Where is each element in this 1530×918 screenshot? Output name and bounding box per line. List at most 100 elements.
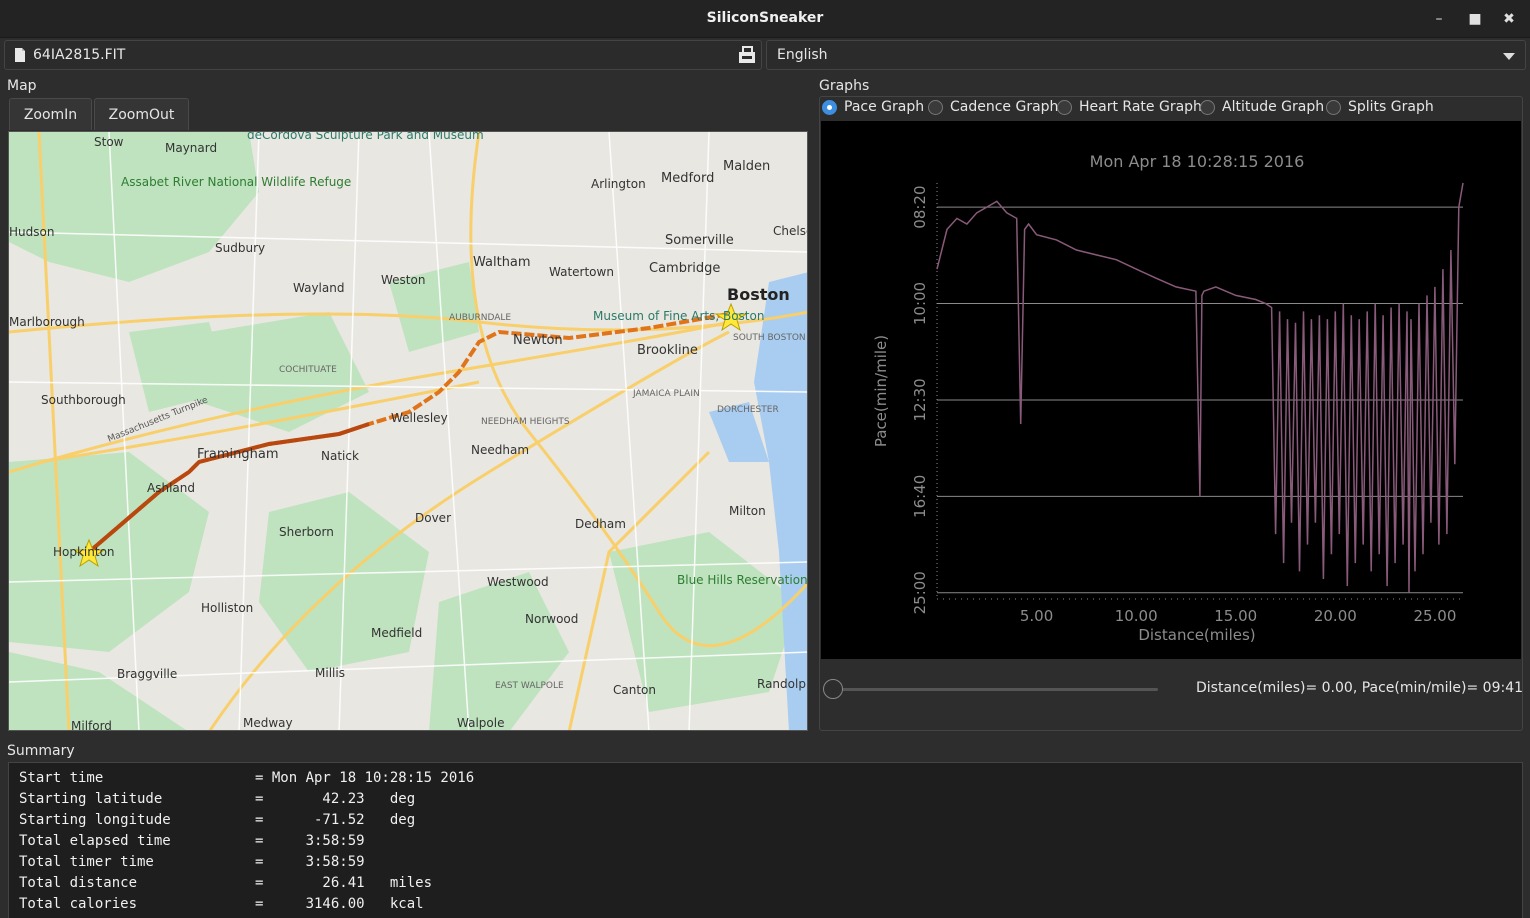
pace-series-line xyxy=(936,182,1464,593)
map-label: AUBURNDALE xyxy=(449,313,511,323)
pace-chart[interactable]: Mon Apr 18 10:28:15 2016 Distance(miles)… xyxy=(821,121,1521,659)
summary-text[interactable]: Start time = Mon Apr 18 10:28:15 2016 St… xyxy=(8,762,1523,918)
y-tick-label: 08:20 xyxy=(911,185,929,228)
language-select[interactable]: English xyxy=(766,40,1526,70)
map-label: COCHITUATE xyxy=(279,365,337,375)
summary-group-label: Summary xyxy=(7,743,75,759)
y-tick-label: 12:30 xyxy=(911,378,929,421)
pace-chart-svg[interactable]: Mon Apr 18 10:28:15 2016 Distance(miles)… xyxy=(821,121,1521,659)
map-label: Chelsea xyxy=(773,224,808,238)
radio-splits-graph[interactable]: Splits Graph xyxy=(1326,99,1434,115)
zoom-out-button[interactable]: ZoomOut xyxy=(94,98,189,130)
map-label: Natick xyxy=(321,449,359,463)
map-label: JAMAICA PLAIN xyxy=(632,389,700,399)
map-label: Weston xyxy=(381,273,425,287)
map-label: Waltham xyxy=(473,255,531,270)
map-label: Randolph xyxy=(757,677,808,691)
y-tick-label: 16:40 xyxy=(911,475,929,518)
map-label: Blue Hills Reservation xyxy=(677,573,808,587)
radio-label: Heart Rate Graph xyxy=(1079,99,1202,115)
radio-unselected-icon xyxy=(1200,99,1215,115)
radio-unselected-icon xyxy=(928,99,943,115)
window-title: SiliconSneaker xyxy=(706,10,824,26)
x-tick-label: 20.00 xyxy=(1314,607,1357,625)
radio-label: Cadence Graph xyxy=(950,99,1059,115)
map-label: Wellesley xyxy=(391,411,448,425)
radio-selected-icon xyxy=(822,99,837,115)
distance-slider-track[interactable] xyxy=(832,688,1158,691)
map-label: Medford xyxy=(661,171,714,186)
title-bar: SiliconSneaker – ■ ✖ xyxy=(0,0,1530,38)
distance-slider-handle[interactable] xyxy=(823,679,843,699)
y-tick-label: 10:00 xyxy=(911,282,929,325)
map-label: Canton xyxy=(613,683,656,697)
y-tick-label: 25:00 xyxy=(911,571,929,614)
map-label: Hopkinton xyxy=(53,545,115,559)
map-view[interactable]: deCordova Sculpture Park and Museum Stow… xyxy=(8,131,808,731)
close-button[interactable]: ✖ xyxy=(1498,8,1520,30)
map-label: Somerville xyxy=(665,233,734,248)
radio-label: Pace Graph xyxy=(844,99,925,115)
cursor-readout: Distance(miles)= 0.00, Pace(min/mile)= 0… xyxy=(1196,680,1524,696)
map-label: Westwood xyxy=(487,575,549,589)
map-label: NEEDHAM HEIGHTS xyxy=(481,417,570,427)
map-label: Milton xyxy=(729,504,766,518)
x-axis-label: Distance(miles) xyxy=(1138,626,1255,644)
zoom-in-button[interactable]: ZoomIn xyxy=(9,98,92,130)
map-label: Framingham xyxy=(197,447,278,462)
map-label: Braggville xyxy=(117,667,177,681)
file-bar: 64IA2815.FIT xyxy=(4,40,762,70)
map-label: Needham xyxy=(471,443,529,457)
y-axis-label: Pace(min/mile) xyxy=(872,335,890,447)
map-label: Newton xyxy=(513,333,563,348)
radio-label: Splits Graph xyxy=(1348,99,1434,115)
map-label: deCordova Sculpture Park and Museum xyxy=(247,132,484,142)
map-label: EAST WALPOLE xyxy=(495,681,564,691)
minimize-button[interactable]: – xyxy=(1428,8,1450,30)
graphs-group-label: Graphs xyxy=(819,78,870,94)
tick-labels: 08:20 10:00 12:30 16:40 25:00 5.00 10.00 15.00 2… xyxy=(911,185,1456,625)
radio-heart-rate-graph[interactable]: Heart Rate Graph xyxy=(1057,99,1202,115)
x-tick-label: 25.00 xyxy=(1413,607,1456,625)
map-group-label: Map xyxy=(7,78,37,94)
map-label: Brookline xyxy=(637,343,698,358)
chart-title: Mon Apr 18 10:28:15 2016 xyxy=(1090,152,1305,171)
map-label: Dedham xyxy=(575,517,626,531)
language-selected: English xyxy=(777,47,828,63)
map-label: Sudbury xyxy=(215,241,265,255)
radio-cadence-graph[interactable]: Cadence Graph xyxy=(928,99,1058,115)
radio-pace-graph[interactable]: Pace Graph xyxy=(822,99,924,115)
maximize-button[interactable]: ■ xyxy=(1464,8,1486,30)
map-label: DORCHESTER xyxy=(717,405,779,415)
map-label: Malden xyxy=(723,159,770,174)
map-label: Cambridge xyxy=(649,261,720,276)
map-label: Norwood xyxy=(525,612,578,626)
map-label: Holliston xyxy=(201,601,253,615)
map-label: Stow xyxy=(94,135,124,149)
map-label: Walpole xyxy=(457,716,504,730)
map-label: Maynard xyxy=(165,141,217,155)
map-label: Sherborn xyxy=(279,525,334,539)
file-name: 64IA2815.FIT xyxy=(33,47,126,63)
map-label: Watertown xyxy=(549,265,614,279)
x-tick-label: 10.00 xyxy=(1115,607,1158,625)
map-label: Wayland xyxy=(293,281,344,295)
map-label: Milford xyxy=(71,719,112,731)
map-label: Marlborough xyxy=(9,315,85,329)
radio-label: Altitude Graph xyxy=(1222,99,1325,115)
summary-lines: Start time = Mon Apr 18 10:28:15 2016 St… xyxy=(19,770,475,912)
x-tick-label: 5.00 xyxy=(1020,607,1053,625)
map-label: Ashland xyxy=(147,481,195,495)
map-label: Millis xyxy=(315,666,345,680)
map-canvas[interactable]: deCordova Sculpture Park and Museum Stow… xyxy=(9,132,808,731)
open-file-icon[interactable] xyxy=(738,46,756,64)
map-label: Southborough xyxy=(41,393,126,407)
radio-unselected-icon xyxy=(1057,99,1072,115)
file-icon xyxy=(15,48,25,62)
map-label: Medfield xyxy=(371,626,422,640)
map-label: Medway xyxy=(243,716,293,730)
map-label: Boston xyxy=(727,285,790,304)
radio-altitude-graph[interactable]: Altitude Graph xyxy=(1200,99,1324,115)
chevron-down-icon xyxy=(1503,53,1515,60)
map-label: Dover xyxy=(415,511,451,525)
